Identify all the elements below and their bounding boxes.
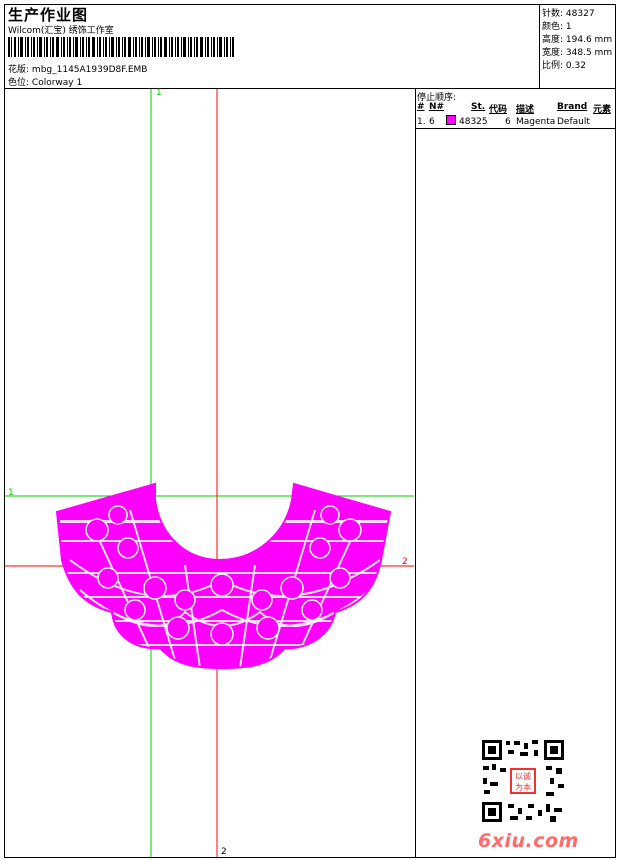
- qr-code: 以诚 为本: [480, 738, 566, 824]
- green-guide-label-left: 1: [8, 488, 14, 498]
- site-logo: 6xiu.com: [478, 830, 579, 852]
- red-guide-label-bottom: 2: [221, 847, 227, 857]
- seal-text-bottom: 为本: [515, 782, 531, 792]
- red-guide-label-right: 2: [402, 557, 408, 567]
- embroidery-design: [57, 484, 390, 668]
- green-guide-label-top: 1: [156, 88, 162, 98]
- design-canvas: [5, 89, 414, 857]
- seal-text-top: 以诚: [515, 771, 531, 781]
